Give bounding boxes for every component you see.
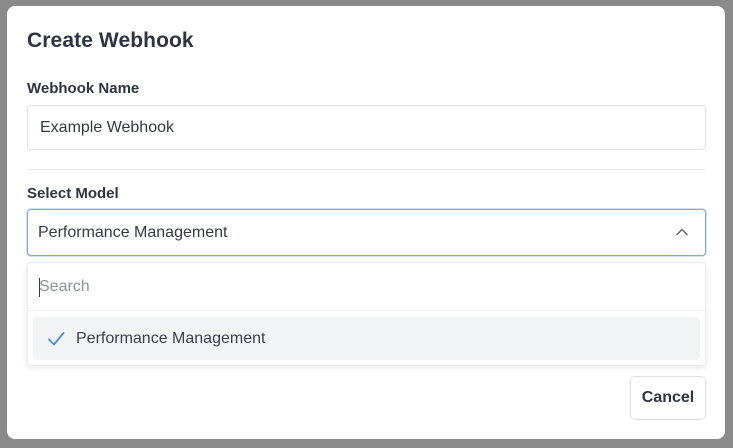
webhook-name-input[interactable]	[27, 105, 706, 150]
select-model-label: Select Model	[27, 185, 119, 202]
webhook-name-label: Webhook Name	[27, 80, 140, 97]
option-label: Performance Management	[76, 330, 266, 347]
model-select[interactable]: Performance Management	[27, 209, 706, 256]
model-dropdown: Performance Management	[27, 262, 706, 366]
modal-title: Create Webhook	[27, 29, 194, 52]
model-option-performance-management[interactable]: Performance Management	[33, 317, 700, 360]
create-webhook-modal: Create Webhook Webhook Name Select Model…	[7, 6, 725, 439]
text-caret	[39, 278, 40, 297]
check-icon	[48, 332, 65, 346]
cancel-button[interactable]: Cancel	[630, 376, 706, 420]
model-select-value: Performance Management	[38, 224, 228, 241]
model-search-input[interactable]	[28, 263, 705, 311]
chevron-up-icon[interactable]	[675, 225, 689, 239]
section-divider	[27, 169, 706, 170]
